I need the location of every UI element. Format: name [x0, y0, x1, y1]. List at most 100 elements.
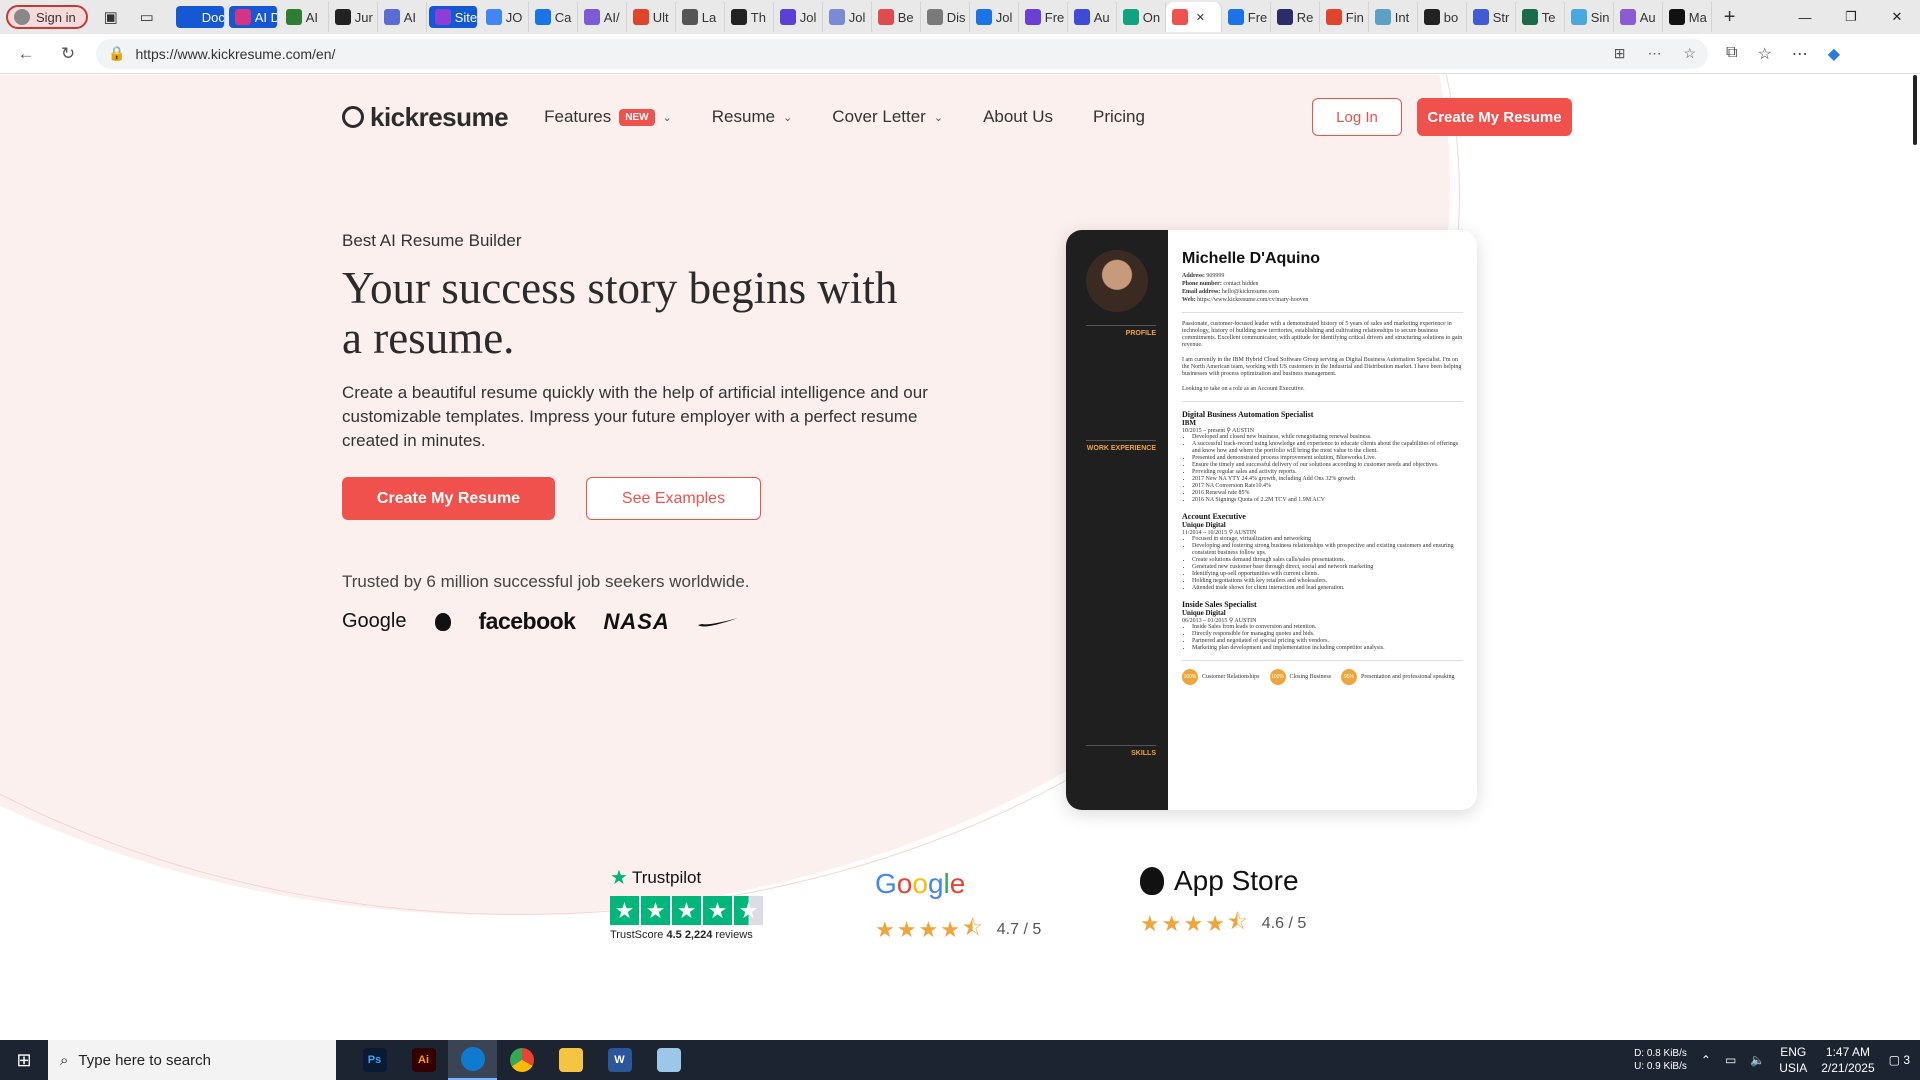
- windows-start-icon[interactable]: ⊞: [0, 1040, 48, 1080]
- chrome-app[interactable]: [497, 1040, 546, 1080]
- browser-tab[interactable]: AI: [280, 2, 329, 32]
- nav-pricing-label: Pricing: [1093, 107, 1145, 126]
- more-page-icon[interactable]: ⋯: [1647, 45, 1661, 62]
- illustrator-app[interactable]: Ai: [399, 1040, 448, 1080]
- tab-label: Re: [1296, 9, 1314, 25]
- notepad-app[interactable]: [644, 1040, 693, 1080]
- profile-paragraph: Looking to take on a role as an Account …: [1182, 386, 1305, 392]
- google-rating[interactable]: Google ★ ★ ★ ★ ⯪ 4.7 / 5: [875, 865, 1140, 949]
- tab-label: JO: [505, 9, 523, 25]
- close-window-button[interactable]: ✕: [1874, 0, 1920, 34]
- browser-tab[interactable]: Th: [725, 2, 774, 32]
- trustpilot-rating[interactable]: ★ Trustpilot ★ ★ ★ ★ ★ TrustScore 4.5 2,224 …: [610, 865, 875, 949]
- browser-tab[interactable]: Re: [1271, 2, 1320, 32]
- star-icon: ★: [641, 896, 670, 925]
- favorites-icon[interactable]: ☆: [1757, 44, 1771, 64]
- photoshop-app[interactable]: Ps: [350, 1040, 399, 1080]
- browser-tab[interactable]: Fre: [1222, 2, 1271, 32]
- browser-tab[interactable]: Fin: [1320, 2, 1369, 32]
- browser-tab[interactable]: Ult: [627, 2, 676, 32]
- browser-tab[interactable]: ✕: [1165, 2, 1222, 32]
- tab-label: bo: [1443, 9, 1459, 25]
- star-icon: ★: [610, 896, 639, 925]
- network-icon[interactable]: ▭: [1725, 1053, 1736, 1067]
- browser-tab[interactable]: Dis: [921, 2, 970, 32]
- tab-favicon-icon: [1619, 9, 1636, 25]
- nav-about-us[interactable]: About Us: [983, 107, 1053, 127]
- browser-tab[interactable]: JO: [480, 2, 529, 32]
- browser-tab[interactable]: Jol: [823, 2, 872, 32]
- browser-tab[interactable]: Sin: [1565, 2, 1614, 32]
- new-tab-button[interactable]: +: [1724, 6, 1736, 29]
- edge-app[interactable]: [448, 1040, 497, 1080]
- tab-label: Jol: [848, 9, 866, 25]
- extensions-icon[interactable]: ⧉: [1726, 44, 1737, 64]
- browser-tab[interactable]: Jol: [774, 2, 823, 32]
- job-bullet: 2017 NA Conversion Rate10.4%: [1192, 483, 1463, 490]
- browser-tab[interactable]: AI D: [228, 6, 278, 28]
- tray-chevron-icon[interactable]: ⌃: [1701, 1053, 1711, 1067]
- job-bullet: Holding negotiations with key retailers …: [1192, 578, 1463, 585]
- nav-about-us-label: About Us: [983, 107, 1053, 126]
- login-button[interactable]: Log In: [1312, 98, 1402, 136]
- minimize-button[interactable]: —: [1782, 0, 1828, 34]
- copilot-icon[interactable]: ◆: [1828, 44, 1840, 64]
- nav-pricing[interactable]: Pricing: [1093, 107, 1145, 127]
- file-explorer-app[interactable]: [546, 1040, 595, 1080]
- job-bullets: Developed and closed new business, while…: [1182, 434, 1463, 504]
- site-logo[interactable]: kickresume: [342, 102, 509, 133]
- browser-tab[interactable]: bo: [1418, 2, 1467, 32]
- browser-tab[interactable]: Jur: [329, 2, 378, 32]
- nav-cover-letter[interactable]: Cover Letter ⌄: [832, 107, 943, 127]
- job-bullet: Marketing plan development and implement…: [1192, 645, 1463, 652]
- close-tab-icon[interactable]: ✕: [1196, 11, 1205, 24]
- taskbar-search[interactable]: ⌕ Type here to search: [48, 1040, 336, 1080]
- notifications-icon[interactable]: ▢ 3: [1889, 1053, 1910, 1067]
- skill-level: 100%: [1182, 669, 1198, 685]
- browser-tab[interactable]: Be: [872, 2, 921, 32]
- settings-more-icon[interactable]: ⋯: [1792, 44, 1808, 64]
- browser-tab[interactable]: AI/: [578, 2, 627, 32]
- back-icon[interactable]: ←: [10, 38, 42, 70]
- nasa-logo: NASA: [603, 608, 670, 634]
- word-app[interactable]: W: [595, 1040, 644, 1080]
- browser-tab[interactable]: Int: [1369, 2, 1418, 32]
- browser-tab[interactable]: Ca: [529, 2, 578, 32]
- browser-tab[interactable]: Fre: [1019, 2, 1068, 32]
- appstore-rating[interactable]: App Store ★ ★ ★ ★ ⯪ 4.6 / 5: [1140, 865, 1405, 949]
- resume-preview[interactable]: PROFILE WORK EXPERIENCE SKILLS Michelle …: [1066, 230, 1477, 810]
- browser-tab[interactable]: AI: [378, 2, 427, 32]
- job-company: IBM: [1182, 419, 1196, 427]
- address-field[interactable]: 🔒 https://www.kickresume.com/en/ ⊞ ⋯ ☆: [96, 38, 1708, 69]
- nav-features[interactable]: Features NEW ⌄: [544, 107, 672, 127]
- browser-tab[interactable]: Ma: [1663, 2, 1712, 32]
- tab-actions-icon[interactable]: ▭: [134, 4, 160, 30]
- browser-tab[interactable]: Site: [428, 6, 478, 28]
- browser-tab[interactable]: La: [676, 2, 725, 32]
- star-icon: ★: [703, 896, 732, 925]
- browser-tab[interactable]: On: [1117, 2, 1166, 32]
- job-bullet: 2016 NA Signings Quota of 2.2M TCV and 1…: [1192, 497, 1463, 504]
- clock[interactable]: 1:47 AM 2/21/2025: [1821, 1044, 1874, 1076]
- language-indicator[interactable]: ENG USIA: [1779, 1044, 1807, 1076]
- create-resume-button[interactable]: Create My Resume: [342, 477, 555, 520]
- browser-tab[interactable]: Jol: [970, 2, 1019, 32]
- app-available-icon[interactable]: ⊞: [1614, 45, 1626, 62]
- browser-tab[interactable]: Au: [1068, 2, 1117, 32]
- profile-signin-button[interactable]: Sign in: [6, 5, 88, 29]
- restore-button[interactable]: ❐: [1828, 0, 1874, 34]
- scrollbar-thumb[interactable]: [1913, 75, 1917, 145]
- header-create-resume-button[interactable]: Create My Resume: [1417, 98, 1572, 136]
- see-examples-button[interactable]: See Examples: [586, 477, 761, 520]
- favorite-star-icon[interactable]: ☆: [1683, 45, 1696, 62]
- workspaces-icon[interactable]: ▣: [98, 4, 124, 30]
- browser-tab[interactable]: Te: [1516, 2, 1565, 32]
- volume-icon[interactable]: 🔈: [1750, 1053, 1765, 1067]
- browser-tab[interactable]: Doc: [175, 6, 225, 28]
- refresh-icon[interactable]: ↻: [52, 38, 84, 70]
- browser-tab[interactable]: Au: [1614, 2, 1663, 32]
- browser-tab[interactable]: Str: [1467, 2, 1516, 32]
- tab-label: Ca: [554, 9, 572, 25]
- page-scrollbar[interactable]: [1908, 75, 1920, 1037]
- nav-resume[interactable]: Resume ⌄: [712, 107, 793, 127]
